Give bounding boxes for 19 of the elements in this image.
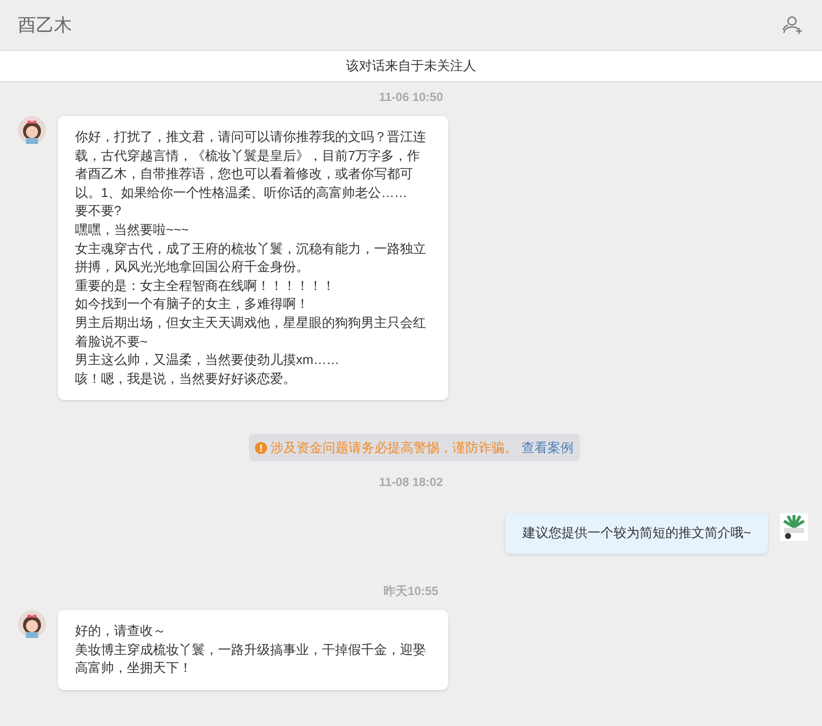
- timestamp: 昨天10:55: [384, 582, 438, 600]
- message-text: 如今找到一个有脑子的女主，多难得啊！: [75, 295, 310, 314]
- message-text: 重要的是：女主全程智商在线啊！！！！！！: [75, 276, 336, 295]
- message-text: 男主这么帅，又温柔，当然要使劲儿摸xm……: [75, 351, 340, 370]
- view-cases-link[interactable]: 查看案例: [522, 438, 574, 458]
- message-text: 建议您提供一个较为简短的推文简介哦~: [522, 524, 751, 542]
- message-text: 好的，请查收～: [75, 622, 167, 640]
- message-text: 你好，打扰了，推文君，请问可以请你推荐我的文吗？晋江连载，古代穿越言情，《梳妆丫鬟是皇后》，目前7万字多，作者酉乙木，自带推荐语，您也可以看着修改，或者你写都可以。1、如果给你一个性格温柔、听你话的高富帅老公……: [75, 128, 427, 202]
- timestamp: 11-06 10:50: [378, 89, 444, 106]
- message-text: 咳！嗯，我是说，当然要好好谈恋爱。: [75, 370, 297, 388]
- notice-text: 该对话来自于未关注人: [346, 57, 476, 76]
- warning-text: 涉及资金问题请务必提高警惕，谨防诈骗。: [270, 439, 518, 458]
- message-text: 男主后期出场，但女主天天调戏他，星星眼的狗狗男主只会红着脸说不要~: [75, 314, 427, 351]
- message-text: 美妆博主穿成梳妆丫鬟，一路升级搞事业，干掉假千金，迎娶高富帅，坐拥天下！: [75, 640, 427, 678]
- timestamp: 11-08 18:02: [378, 474, 444, 492]
- chat-title: 酉乙木: [18, 14, 72, 36]
- message-text: 要不要?: [75, 202, 122, 220]
- message-text: 女主魂穿古代，成了王府的梳妆丫鬟，沉稳有能力，一路独立拼搏，风风光光地拿回国公府千金身份。: [75, 240, 427, 276]
- message-text: 嘿嘿，当然要啦~~~: [75, 220, 190, 239]
